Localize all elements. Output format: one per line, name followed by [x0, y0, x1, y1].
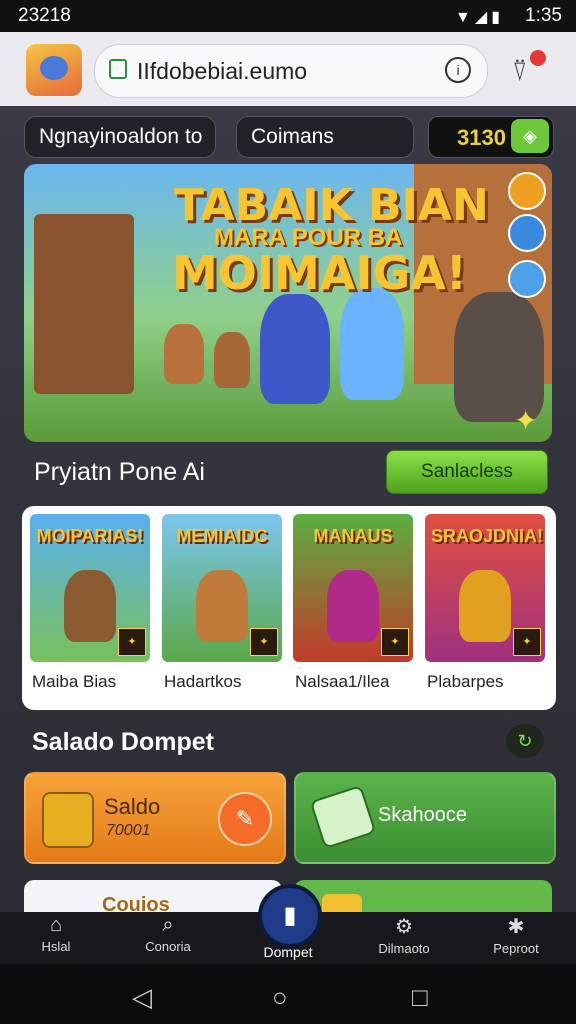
game-title: MOIPARIAS! — [36, 526, 144, 546]
notification-button[interactable]: ⍢ — [508, 50, 548, 90]
saldo-card[interactable]: Saldo 70001 ✎ — [24, 772, 286, 864]
system-nav: ◁ ○ □ — [0, 964, 576, 1024]
hero-title-line3: MOIMAIGA! — [172, 246, 467, 300]
game-tag-icon: ✦ — [250, 628, 278, 656]
game-title: SRAOJDNIA! — [431, 526, 544, 546]
status-icons: ▼◢▮ — [455, 9, 504, 26]
nav-wallet-label[interactable]: Dompet — [236, 944, 340, 960]
game-card[interactable]: MANAUS ✦ — [293, 514, 413, 662]
username-text: Ngnayinoaldon to — [39, 125, 203, 148]
game-card[interactable]: SRAOJDNIA! ✦ — [425, 514, 545, 662]
swap-title: Skahooce — [378, 804, 467, 826]
star-icon: ✦ — [514, 405, 538, 436]
hero-banner[interactable]: TABAIK BIAN MARA POUR BA MOIMAIGA! ✦ — [24, 164, 552, 442]
nav-settings-label: Peproot — [493, 941, 539, 956]
nav-tools-label: Dilmaoto — [378, 941, 430, 956]
notification-dot — [530, 50, 546, 66]
game-title: MEMIAIDC — [176, 526, 268, 546]
url-bar[interactable]: IIfdobebiai.eumo i — [94, 44, 488, 98]
game-tag-icon: ✦ — [381, 628, 409, 656]
info-icon[interactable]: i — [445, 57, 471, 83]
campaign-text: Coimans — [251, 125, 334, 148]
status-bar: 23218 ▼◢▮ 1:35 — [0, 0, 576, 32]
game-character — [196, 570, 248, 642]
tools-icon: ⚙ — [395, 916, 413, 938]
back-icon[interactable]: ◁ — [132, 982, 152, 1013]
status-time-right: 1:35 — [525, 5, 562, 26]
badge-icon[interactable] — [508, 172, 546, 210]
add-coin-button[interactable]: ◈ — [511, 119, 549, 153]
game-title: MANAUS — [313, 526, 393, 546]
coin-balance: 3130 ◈ — [428, 116, 554, 158]
game-tag-icon: ✦ — [118, 628, 146, 656]
status-time-left: 23218 — [18, 5, 71, 26]
refresh-icon[interactable]: ↻ — [506, 724, 544, 758]
ticket-icon — [309, 784, 377, 850]
nav-tools[interactable]: ⚙ Dilmaoto — [354, 914, 454, 956]
nav-settings[interactable]: ✱ Peproot — [466, 914, 566, 956]
saldo-value: 70001 — [106, 822, 151, 839]
nav-home-label: Hslal — [41, 939, 71, 954]
mascot-avatar[interactable] — [26, 44, 82, 96]
recent-apps-icon[interactable]: □ — [412, 982, 428, 1013]
swap-card[interactable]: Skahooce — [294, 772, 556, 864]
hero-hut — [34, 214, 134, 394]
nav-search-label: Conoria — [145, 939, 191, 954]
hero-character — [340, 288, 404, 400]
see-all-button[interactable]: Sanlacless — [386, 450, 548, 494]
url-text[interactable]: IIfdobebiai.eumo — [137, 58, 307, 85]
game-card[interactable]: MOIPARIAS! ✦ — [30, 514, 150, 662]
lock-icon — [109, 59, 127, 79]
mascot-face — [40, 56, 68, 80]
username-pill[interactable]: Ngnayinoaldon to — [24, 116, 216, 158]
game-character — [459, 570, 511, 642]
game-character — [327, 570, 379, 642]
home-circle-icon[interactable]: ○ — [272, 982, 288, 1013]
wallet-icon[interactable]: ▮ — [258, 884, 322, 948]
search-icon: ⌕ — [162, 914, 174, 936]
section-title-games: Pryiatn Pone Ai — [34, 458, 205, 486]
game-label[interactable]: Nalsaa1/Ilea — [295, 672, 390, 692]
bell-icon: ⍢ — [512, 56, 528, 86]
hero-character — [260, 294, 330, 404]
game-label[interactable]: Hadartkos — [164, 672, 241, 692]
edit-icon[interactable]: ✎ — [218, 792, 272, 846]
hero-character — [214, 332, 250, 388]
game-character — [64, 570, 116, 642]
saldo-title: Saldo — [104, 794, 161, 819]
game-card[interactable]: MEMIAIDC ✦ — [162, 514, 282, 662]
home-icon: ⌂ — [49, 914, 63, 936]
hero-character — [454, 292, 544, 422]
nav-search[interactable]: ⌕ Conoria — [118, 914, 218, 954]
gear-icon: ✱ — [507, 916, 525, 938]
game-tag-icon: ✦ — [513, 628, 541, 656]
shield-icon — [42, 792, 94, 848]
coin-value: 3130 — [457, 125, 506, 150]
game-label[interactable]: Maiba Bias — [32, 672, 116, 692]
badge-icon[interactable] — [508, 260, 546, 298]
hero-character — [164, 324, 204, 384]
game-label[interactable]: Plabarpes — [427, 672, 504, 692]
badge-icon[interactable] — [508, 214, 546, 252]
section-title-wallet: Salado Dompet — [32, 728, 214, 756]
campaign-pill[interactable]: Coimans — [236, 116, 414, 158]
nav-home[interactable]: ⌂ Hslal — [6, 914, 106, 954]
